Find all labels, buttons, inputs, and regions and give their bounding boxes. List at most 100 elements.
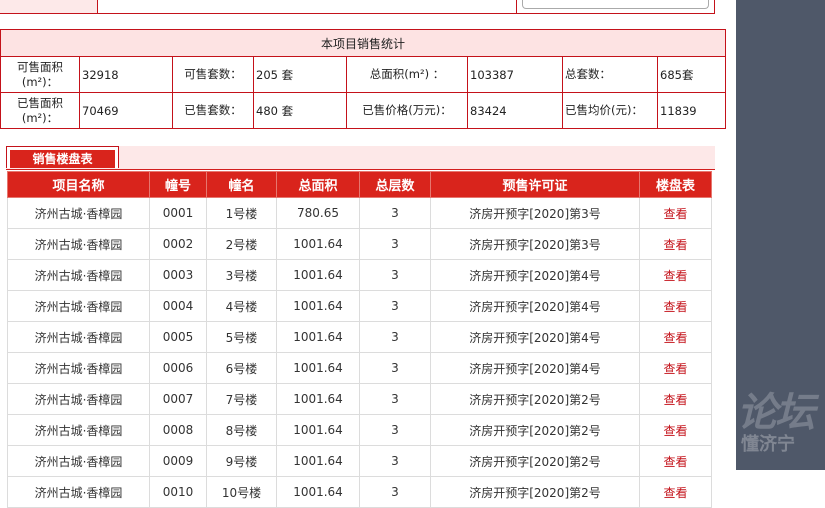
floor-count-cell: 3: [359, 321, 431, 353]
view-link[interactable]: 查看: [639, 445, 712, 477]
total-area-cell: 1001.64: [276, 228, 360, 260]
building-number-cell: 0004: [149, 290, 207, 322]
total-area-cell: 1001.64: [276, 476, 360, 508]
building-name-cell: 6号楼: [206, 352, 277, 384]
view-link[interactable]: 查看: [639, 197, 712, 229]
total-area-cell: 1001.64: [276, 383, 360, 415]
table-row: 济州古城·香樟园 0005 5号楼 1001.64 3 济房开预字[2020]第4号 查看: [7, 321, 712, 353]
view-link[interactable]: 查看: [639, 321, 712, 353]
building-number-cell: 0006: [149, 352, 207, 384]
view-link[interactable]: 查看: [639, 259, 712, 291]
table-row: 济州古城·香樟园 0003 3号楼 1001.64 3 济房开预字[2020]第4号 查看: [7, 259, 712, 291]
sales-stats-table: 本项目销售统计 可售面积(m²)： 32918 可售套数： 205 套 总面积(…: [0, 29, 727, 129]
floor-count-cell: 3: [359, 228, 431, 260]
view-link[interactable]: 查看: [639, 414, 712, 446]
table-row: 济州古城·香樟园 0007 7号楼 1001.64 3 济房开预字[2020]第2号 查看: [7, 383, 712, 415]
total-area-cell: 1001.64: [276, 352, 360, 384]
watermark-logo: 论坛 懂济宁: [735, 380, 825, 470]
floor-count-cell: 3: [359, 352, 431, 384]
presale-permit-cell: 济房开预字[2020]第3号: [430, 197, 640, 229]
available-area-value: 32918: [79, 56, 173, 93]
column-header: 总面积: [276, 171, 360, 198]
presale-permit-cell: 济房开预字[2020]第2号: [430, 383, 640, 415]
available-area-label: 可售面积(m²)：: [0, 56, 80, 93]
total-area-cell: 780.65: [276, 197, 360, 229]
building-number-cell: 0007: [149, 383, 207, 415]
column-header: 总层数: [359, 171, 431, 198]
building-name-cell: 10号楼: [206, 476, 277, 508]
presale-permit-cell: 济房开预字[2020]第4号: [430, 259, 640, 291]
floor-count-cell: 3: [359, 445, 431, 477]
tab-label: 销售楼盘表: [10, 150, 115, 168]
view-link[interactable]: 查看: [639, 476, 712, 508]
floor-count-cell: 3: [359, 197, 431, 229]
sold-units-value: 480 套: [253, 92, 347, 129]
watermark-subtext: 懂济宁: [741, 434, 795, 455]
view-link[interactable]: 查看: [639, 383, 712, 415]
column-header: 项目名称: [7, 171, 150, 198]
total-area-label: 总面积(m²) ：: [346, 56, 468, 93]
project-name-cell: 济州古城·香樟园: [7, 321, 150, 353]
total-area-cell: 1001.64: [276, 414, 360, 446]
table-header-row: 项目名称 幢号 幢名 总面积 总层数 预售许可证 楼盘表: [7, 171, 712, 198]
table-row: 济州古城·香樟园 0004 4号楼 1001.64 3 济房开预字[2020]第4号 查看: [7, 290, 712, 322]
floor-count-cell: 3: [359, 414, 431, 446]
tab-sales-listing[interactable]: 销售楼盘表: [6, 146, 119, 168]
presale-permit-cell: 济房开预字[2020]第2号: [430, 476, 640, 508]
column-header: 预售许可证: [430, 171, 640, 198]
total-area-cell: 1001.64: [276, 290, 360, 322]
column-header: 幢名: [206, 171, 277, 198]
building-name-cell: 2号楼: [206, 228, 277, 260]
top-form-value-cell: [98, 0, 516, 14]
project-name-cell: 济州古城·香樟园: [7, 414, 150, 446]
presale-permit-cell: 济房开预字[2020]第2号: [430, 445, 640, 477]
building-number-cell: 0002: [149, 228, 207, 260]
project-name-cell: 济州古城·香樟园: [7, 290, 150, 322]
sold-units-label: 已售套数：: [172, 92, 254, 129]
sold-area-label: 已售面积(m²)：: [0, 92, 80, 129]
building-number-cell: 0001: [149, 197, 207, 229]
building-number-cell: 0009: [149, 445, 207, 477]
view-link[interactable]: 查看: [639, 352, 712, 384]
presale-permit-cell: 济房开预字[2020]第4号: [430, 352, 640, 384]
total-area-cell: 1001.64: [276, 259, 360, 291]
floor-count-cell: 3: [359, 290, 431, 322]
floor-count-cell: 3: [359, 259, 431, 291]
floor-count-cell: 3: [359, 383, 431, 415]
view-link[interactable]: 查看: [639, 290, 712, 322]
top-form-label-cell: [0, 0, 98, 14]
total-units-value: 685套: [656, 56, 727, 93]
column-header: 幢号: [149, 171, 207, 198]
building-name-cell: 9号楼: [206, 445, 277, 477]
table-row: 济州古城·香樟园 0006 6号楼 1001.64 3 济房开预字[2020]第4号 查看: [7, 352, 712, 384]
building-name-cell: 7号楼: [206, 383, 277, 415]
building-name-cell: 4号楼: [206, 290, 277, 322]
building-name-cell: 5号楼: [206, 321, 277, 353]
view-link[interactable]: 查看: [639, 228, 712, 260]
project-name-cell: 济州古城·香樟园: [7, 445, 150, 477]
stats-header: 本项目销售统计: [0, 29, 727, 57]
building-number-cell: 0010: [149, 476, 207, 508]
presale-permit-cell: 济房开预字[2020]第3号: [430, 228, 640, 260]
table-row: 济州古城·香樟园 0002 2号楼 1001.64 3 济房开预字[2020]第3号 查看: [7, 228, 712, 260]
building-name-cell: 8号楼: [206, 414, 277, 446]
presale-permit-cell: 济房开预字[2020]第4号: [430, 321, 640, 353]
project-name-cell: 济州古城·香樟园: [7, 383, 150, 415]
building-number-cell: 0003: [149, 259, 207, 291]
project-name-cell: 济州古城·香樟园: [7, 197, 150, 229]
sold-price-label: 已售价格(万元)：: [346, 92, 468, 129]
search-input[interactable]: [522, 0, 709, 9]
available-units-value: 205 套: [253, 56, 347, 93]
building-number-cell: 0008: [149, 414, 207, 446]
table-row: 济州古城·香樟园 0008 8号楼 1001.64 3 济房开预字[2020]第2号 查看: [7, 414, 712, 446]
total-area-cell: 1001.64: [276, 445, 360, 477]
project-name-cell: 济州古城·香樟园: [7, 352, 150, 384]
table-row: 济州古城·香樟园 0009 9号楼 1001.64 3 济房开预字[2020]第2号 查看: [7, 445, 712, 477]
total-area-cell: 1001.64: [276, 321, 360, 353]
building-listing-table: 项目名称 幢号 幢名 总面积 总层数 预售许可证 楼盘表 济州古城·香樟园 000…: [7, 171, 712, 508]
available-units-label: 可售套数：: [172, 56, 254, 93]
total-units-label: 总套数：: [562, 56, 658, 93]
presale-permit-cell: 济房开预字[2020]第2号: [430, 414, 640, 446]
building-name-cell: 3号楼: [206, 259, 277, 291]
presale-permit-cell: 济房开预字[2020]第4号: [430, 290, 640, 322]
